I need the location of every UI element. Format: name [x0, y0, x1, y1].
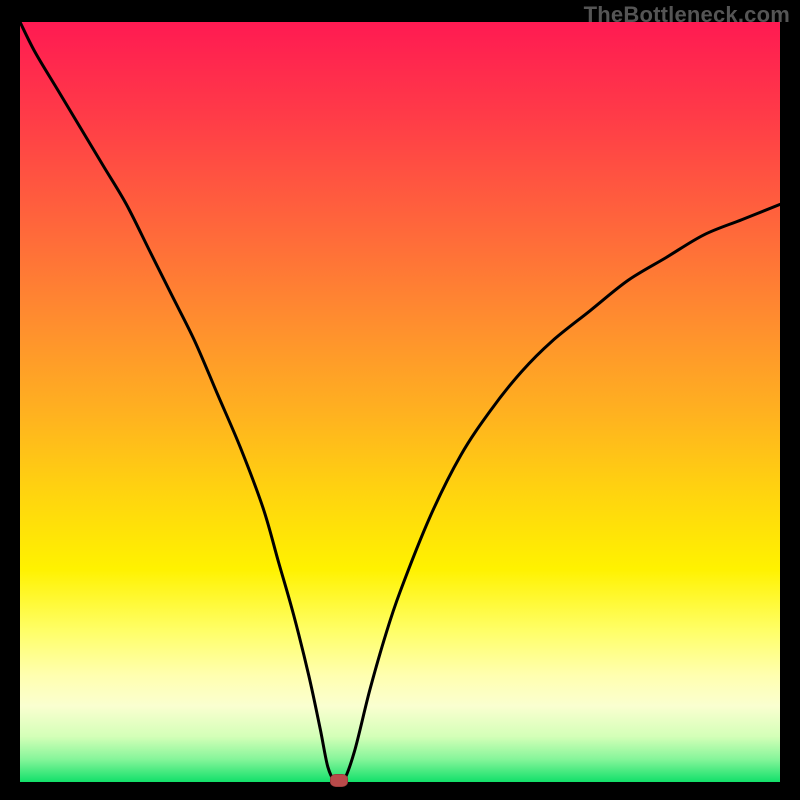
bottleneck-curve — [20, 22, 780, 782]
optimal-point-marker — [330, 774, 348, 787]
watermark-text: TheBottleneck.com — [584, 2, 790, 28]
plot-area — [20, 22, 780, 782]
chart-frame: TheBottleneck.com — [0, 0, 800, 800]
